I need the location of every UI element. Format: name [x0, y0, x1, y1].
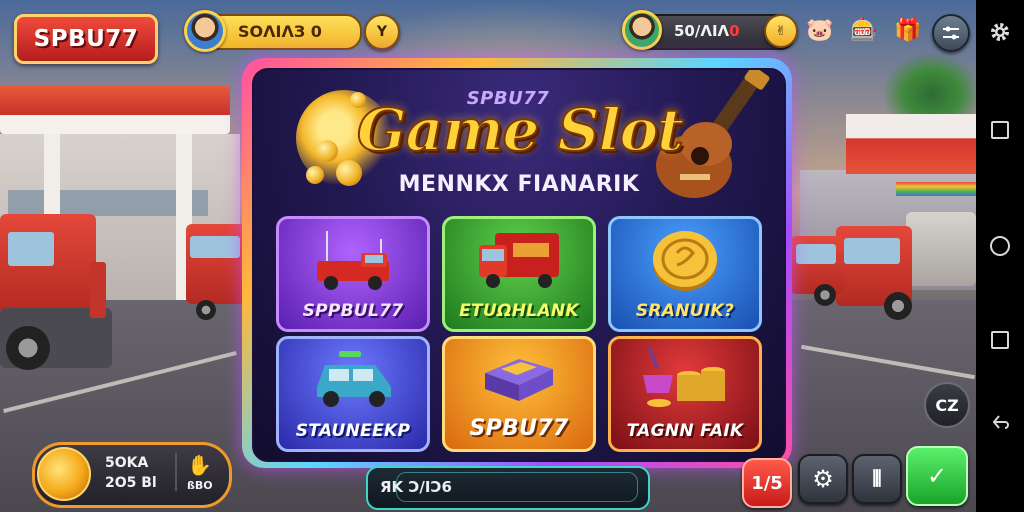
slot-machine-icon: 🎰: [850, 17, 878, 43]
claw-icon: ✋: [187, 453, 212, 477]
nav-back-button[interactable]: [976, 402, 1024, 442]
gold-coin-icon: [653, 231, 717, 291]
game-tile-2[interactable]: ETUΩHLANK: [442, 216, 596, 332]
truck-left-cab: [0, 214, 96, 314]
gas-station-canopy-left: [0, 86, 230, 134]
check-icon: ✓: [926, 462, 948, 490]
stats-button[interactable]: ⦀: [852, 454, 902, 504]
panel-title: Game Slot: [356, 95, 685, 165]
slot-machine-button[interactable]: 🎰: [844, 10, 884, 50]
circle-icon: [990, 236, 1010, 256]
truck-right-far: [790, 236, 844, 294]
tile-label: SPPBUL77: [302, 301, 404, 321]
nav-recent-button[interactable]: [976, 320, 1024, 360]
balance-main: 50/ΛΙΛ: [674, 22, 730, 40]
truck-wheel: [884, 292, 912, 320]
system-settings-button[interactable]: [976, 12, 1024, 52]
hand-icon: ✌: [775, 23, 787, 39]
red-action-label: 1/5: [751, 472, 783, 494]
logo-text: SPBU77: [33, 26, 139, 52]
sliders-icon: [943, 26, 959, 40]
square-icon: [991, 331, 1009, 349]
truck-back-left: [186, 224, 246, 304]
bonus-coin-icon: [37, 447, 91, 501]
divider: [175, 453, 177, 491]
square-icon: [991, 121, 1009, 139]
gear-icon: ⚙: [812, 465, 834, 493]
coin-counter[interactable]: SOΛΙΛЗ 0: [184, 10, 362, 52]
panel-subtitle: MENNKX FIANARIK: [398, 172, 640, 197]
chevron-down-icon: Y: [376, 24, 388, 40]
nav-overview-button[interactable]: [976, 110, 1024, 150]
game-tile-4[interactable]: STAUNEEKP: [276, 336, 430, 452]
emote-button[interactable]: ✌: [764, 14, 798, 48]
game-tile-3[interactable]: SRANUIΚ?: [608, 216, 762, 332]
bonus-line-2: 2O5 Bl: [105, 475, 157, 491]
tile-label: ETUΩHLANK: [459, 301, 579, 321]
gear-icon: [991, 23, 1009, 41]
balance-suffix: 0: [729, 22, 740, 40]
station-stripe: [896, 182, 976, 196]
truck-right-trailer: [906, 212, 976, 286]
coin-dropdown-button[interactable]: Y: [364, 14, 400, 50]
play-button[interactable]: ✓: [906, 446, 968, 506]
suv-car-icon: [317, 351, 391, 407]
bars-icon: ⦀: [872, 466, 882, 492]
coin-icon: [306, 166, 324, 184]
truck-wheel: [814, 284, 836, 306]
coin-amount: SOΛΙΛЗ 0: [238, 22, 322, 41]
balance-amount: 50/ΛΙΛ0: [674, 22, 740, 40]
side-badge-label: CZ: [935, 395, 959, 415]
game-tile-6[interactable]: TAGNN FAIK: [608, 336, 762, 452]
opponent-avatar[interactable]: [622, 10, 662, 50]
fuel-pump: [90, 262, 106, 318]
chat-text: ЯK Ɔ/IƆ6: [380, 478, 452, 496]
chat-bar[interactable]: ЯK Ɔ/IƆ6: [366, 466, 650, 510]
game-tile-1[interactable]: SPPBUL77: [276, 216, 430, 332]
player-avatar[interactable]: [184, 10, 226, 52]
gift-button[interactable]: 🎁: [888, 10, 928, 50]
settings-button[interactable]: ⚙: [798, 454, 848, 504]
gift-icon: 🎁: [894, 17, 922, 43]
sliders-button[interactable]: [932, 14, 970, 52]
tile-label: STAUNEEKP: [295, 421, 411, 441]
tile-label: SPBU77: [469, 416, 569, 441]
palm-leaves: [882, 52, 976, 122]
bonus-panel[interactable]: 5OKA 2O5 Bl ✋ ßBO: [32, 442, 232, 508]
tile-label: SRANUIΚ?: [635, 301, 735, 321]
system-nav-rail: [976, 0, 1024, 512]
bonus-line-3: ßBO: [187, 479, 213, 492]
piggy-bank-button[interactable]: 🐷: [800, 10, 840, 50]
piggy-bank-icon: 🐷: [806, 17, 834, 43]
gas-station-canopy-right: [846, 114, 976, 174]
bonus-line-1: 5OKA: [105, 455, 149, 471]
game-tile-5[interactable]: SPBU77: [442, 336, 596, 452]
delivery-truck-icon: [479, 233, 559, 288]
back-arrow-icon: [992, 415, 1009, 429]
nav-home-button[interactable]: [976, 226, 1024, 266]
tile-label: TAGNN FAIK: [626, 421, 744, 441]
fire-truck-icon: [317, 231, 389, 290]
gold-bar-box-icon: [485, 359, 553, 401]
red-action-button[interactable]: 1/5: [742, 458, 792, 508]
side-badge-button[interactable]: CZ: [924, 382, 970, 428]
coin-stack-icon: [643, 346, 725, 407]
game-logo[interactable]: SPBU77: [14, 14, 158, 64]
truck-wheel: [196, 300, 216, 320]
truck-wheel: [6, 326, 50, 370]
